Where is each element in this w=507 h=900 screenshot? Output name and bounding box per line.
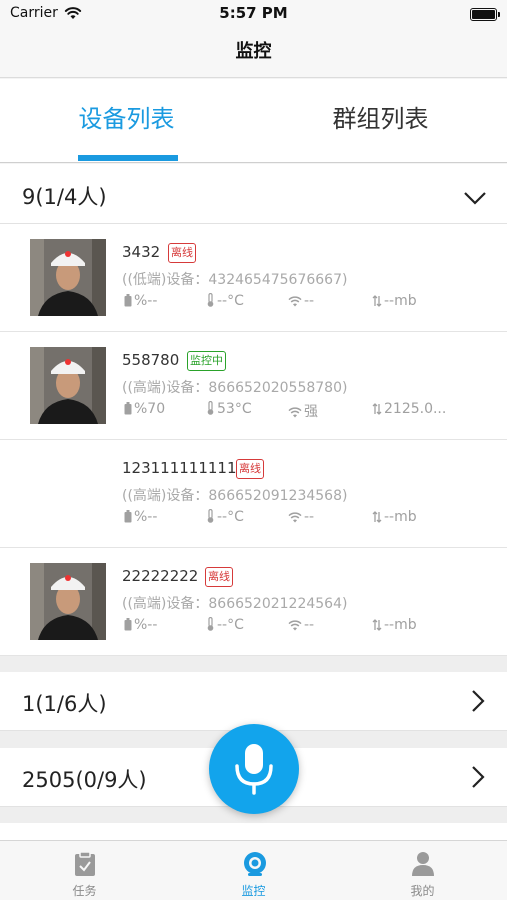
thermometer-icon <box>207 292 214 307</box>
tab-bar-label: 任务 <box>72 884 97 898</box>
tab-device-list[interactable]: 设备列表 <box>0 79 253 163</box>
clock: 5:57 PM <box>219 4 288 22</box>
battery-icon <box>124 618 132 631</box>
push-to-talk-button[interactable] <box>209 724 299 814</box>
wifi-icon <box>288 512 302 523</box>
signal-stat: -- <box>288 617 314 633</box>
device-avatar <box>30 563 106 640</box>
device-id: 3432 <box>122 243 161 261</box>
device-row[interactable]: 22222222 离线 ((高端)设备：866652021224564) %--… <box>0 548 507 656</box>
tab-bar: 任务 监控 我的 <box>0 840 507 900</box>
signal-stat: -- <box>288 509 314 525</box>
tab-bar-label: 我的 <box>410 884 435 898</box>
clipboard-icon <box>75 851 95 876</box>
list-bottom <box>0 823 507 840</box>
temperature-stat: --°C <box>206 616 244 633</box>
status-badge: 离线 <box>205 567 233 587</box>
transfer-icon <box>372 295 382 307</box>
device-info: ((高端)设备：866652021224564) <box>122 596 348 612</box>
chevron-right-icon <box>472 766 485 788</box>
wifi-icon <box>288 407 302 418</box>
battery-stat: %-- <box>124 617 157 633</box>
temperature-stat: --°C <box>206 508 244 525</box>
wifi-icon <box>288 296 302 307</box>
temperature-stat: 53°C <box>206 400 252 417</box>
device-info: ((高端)设备：866652091234568) <box>122 488 348 504</box>
device-id: 22222222 <box>122 567 199 585</box>
status-bar: Carrier 5:57 PM <box>0 0 507 28</box>
device-avatar <box>30 239 106 316</box>
thermometer-icon <box>207 508 214 523</box>
device-list: 3432 离线 ((低端)设备：432465475676667) %-- --°… <box>0 224 507 656</box>
section-divider <box>0 656 507 672</box>
tab-bar-label: 监控 <box>241 884 266 898</box>
status-badge: 监控中 <box>187 351 226 371</box>
tab-bar-item-profile[interactable]: 我的 <box>338 841 507 900</box>
signal-stat: 强 <box>288 401 318 421</box>
camera-icon <box>244 852 266 876</box>
transfer-icon <box>372 511 382 523</box>
wifi-icon <box>288 620 302 631</box>
device-avatar <box>30 347 106 424</box>
transfer-icon <box>372 403 382 415</box>
thermometer-icon <box>207 616 214 631</box>
battery-icon <box>124 294 132 307</box>
device-id: 558780 <box>122 351 180 369</box>
tab-active-indicator <box>78 155 178 161</box>
group-name: 1(1/6人) <box>22 692 107 716</box>
tab-group-list[interactable]: 群组列表 <box>254 79 507 163</box>
group-header-expanded[interactable]: 9(1/4人) <box>0 164 507 224</box>
data-usage-stat: --mb <box>372 509 417 525</box>
person-icon <box>412 852 434 876</box>
device-row[interactable]: 3432 离线 ((低端)设备：432465475676667) %-- --°… <box>0 224 507 332</box>
battery-icon <box>124 402 132 415</box>
device-info: ((低端)设备：432465475676667) <box>122 272 348 288</box>
battery-icon <box>470 8 500 21</box>
data-usage-stat: --mb <box>372 293 417 309</box>
battery-stat: %-- <box>124 293 157 309</box>
tab-strip: 设备列表 群组列表 <box>0 79 507 163</box>
page-title: 监控 <box>235 41 272 62</box>
navigation-bar: 监控 <box>0 28 507 78</box>
battery-stat: %-- <box>124 509 157 525</box>
device-row[interactable]: 558780 监控中 ((高端)设备：866652020558780) %70 … <box>0 332 507 440</box>
thermometer-icon <box>207 400 214 415</box>
tab-bar-item-tasks[interactable]: 任务 <box>0 841 169 900</box>
data-usage-stat: --mb <box>372 617 417 633</box>
device-info: ((高端)设备：866652020558780) <box>122 380 348 396</box>
status-badge: 离线 <box>168 243 196 263</box>
temperature-stat: --°C <box>206 292 244 309</box>
signal-stat: -- <box>288 293 314 309</box>
group-name: 2505(0/9人) <box>22 768 147 792</box>
battery-stat: %70 <box>124 401 165 417</box>
data-usage-stat: 2125.0... <box>372 401 446 417</box>
transfer-icon <box>372 619 382 631</box>
group-header-collapsed[interactable]: 1(1/6人) <box>0 672 507 731</box>
tab-bar-item-monitor[interactable]: 监控 <box>169 841 338 900</box>
battery-icon <box>124 510 132 523</box>
chevron-right-icon <box>472 690 485 712</box>
device-row[interactable]: 12311111111111 离线 ((高端)设备：86665209123456… <box>0 440 507 548</box>
microphone-icon <box>235 744 273 795</box>
status-badge: 离线 <box>236 459 264 479</box>
chevron-down-icon <box>464 192 486 205</box>
group-name: 9(1/4人) <box>22 185 107 209</box>
